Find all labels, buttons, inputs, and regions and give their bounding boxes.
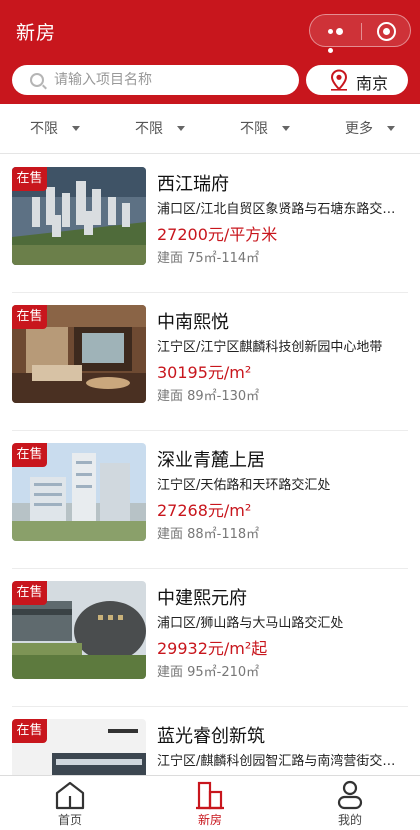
page-title: 新房	[16, 22, 57, 44]
tab-mine[interactable]: 我的	[280, 776, 420, 830]
search-box[interactable]	[12, 65, 299, 95]
listing-name: 深业青麓上居	[157, 450, 265, 471]
status-badge: 在售	[12, 581, 47, 605]
location-pin-icon	[330, 69, 348, 91]
listing-card[interactable]: 在售 中建熙元府 浦口区/狮山路与大马山路交汇处 29932元/m²起 建面 9…	[0, 569, 420, 707]
caret-down-icon	[72, 125, 80, 131]
listing-name: 蓝光睿创新筑	[157, 726, 265, 747]
filter-region[interactable]: 不限	[30, 118, 80, 140]
status-badge: 在售	[12, 443, 47, 467]
user-icon	[337, 780, 363, 810]
filter-layout[interactable]: 不限	[240, 118, 290, 140]
listing-list: 在售 西江瑞府 浦口区/江北自贸区象贤路与石塘东路交汇处 27200元/平方米 …	[0, 155, 420, 775]
search-input[interactable]	[54, 69, 284, 91]
listing-price: 29932元/m²起	[157, 639, 268, 658]
listing-address: 浦口区/狮山路与大马山路交汇处	[157, 616, 344, 631]
listing-area: 建面 89㎡-130㎡	[157, 389, 260, 404]
bottom-tab-bar: 首页 新房 我的	[0, 775, 420, 830]
listing-card[interactable]: 在售 蓝光睿创新筑 江宁区/麒麟科创园智汇路与南湾营街交汇处	[0, 707, 420, 775]
building-icon	[196, 781, 224, 810]
status-badge: 在售	[12, 167, 47, 191]
status-badge: 在售	[12, 719, 47, 743]
caret-down-icon	[282, 125, 290, 131]
top-header: 新房 南京	[0, 0, 420, 104]
listing-price: 27268元/m²	[157, 501, 252, 520]
listing-address: 江宁区/天佑路和天环路交汇处	[157, 478, 331, 493]
listing-area: 建面 95㎡-210㎡	[157, 665, 260, 680]
more-menu-icon[interactable]	[328, 28, 352, 53]
listing-price: 30195元/m²	[157, 363, 252, 382]
city-name: 南京	[356, 74, 389, 93]
listing-address: 浦口区/江北自贸区象贤路与石塘东路交汇处	[157, 202, 407, 217]
filter-bar: 不限 不限 不限 更多	[0, 104, 420, 154]
listing-photo: 在售	[12, 443, 146, 541]
status-badge: 在售	[12, 305, 47, 329]
listing-name: 西江瑞府	[157, 174, 229, 195]
listing-photo: 在售	[12, 719, 146, 775]
listing-address: 江宁区/江宁区麒麟科技创新园中心地带	[157, 340, 383, 355]
listing-photo: 在售	[12, 305, 146, 403]
listing-area: 建面 88㎡-118㎡	[157, 527, 260, 542]
listing-card[interactable]: 在售 深业青麓上居 江宁区/天佑路和天环路交汇处 27268元/m² 建面 88…	[0, 431, 420, 569]
listing-name: 中建熙元府	[157, 588, 247, 609]
listing-name: 中南熙悦	[157, 312, 229, 333]
listing-address: 江宁区/麒麟科创园智汇路与南湾营街交汇处	[157, 754, 407, 769]
city-selector-button[interactable]: 南京	[306, 65, 408, 95]
tab-newhouse[interactable]: 新房	[140, 776, 280, 830]
listing-photo: 在售	[12, 167, 146, 265]
listing-card[interactable]: 在售 中南熙悦 江宁区/江宁区麒麟科技创新园中心地带 30195元/m² 建面 …	[0, 293, 420, 431]
app-root: 新房 南京 不限 不限 不限 更多	[0, 0, 420, 830]
filter-price[interactable]: 不限	[135, 118, 185, 140]
capsule-divider	[361, 23, 362, 40]
filter-more[interactable]: 更多	[345, 118, 395, 140]
close-target-icon[interactable]	[377, 22, 396, 41]
tab-newhouse-label: 新房	[197, 813, 222, 827]
tab-home[interactable]: 首页	[0, 776, 140, 830]
listing-area: 建面 75㎡-114㎡	[157, 251, 260, 266]
mini-program-capsule	[309, 14, 411, 53]
tab-home-label: 首页	[57, 813, 82, 827]
search-icon	[30, 73, 44, 87]
listing-card[interactable]: 在售 西江瑞府 浦口区/江北自贸区象贤路与石塘东路交汇处 27200元/平方米 …	[0, 155, 420, 293]
caret-down-icon	[387, 125, 395, 131]
listing-photo: 在售	[12, 581, 146, 679]
home-icon	[55, 781, 85, 810]
tab-mine-label: 我的	[337, 813, 362, 827]
listing-price: 27200元/平方米	[157, 225, 278, 244]
caret-down-icon	[177, 125, 185, 131]
